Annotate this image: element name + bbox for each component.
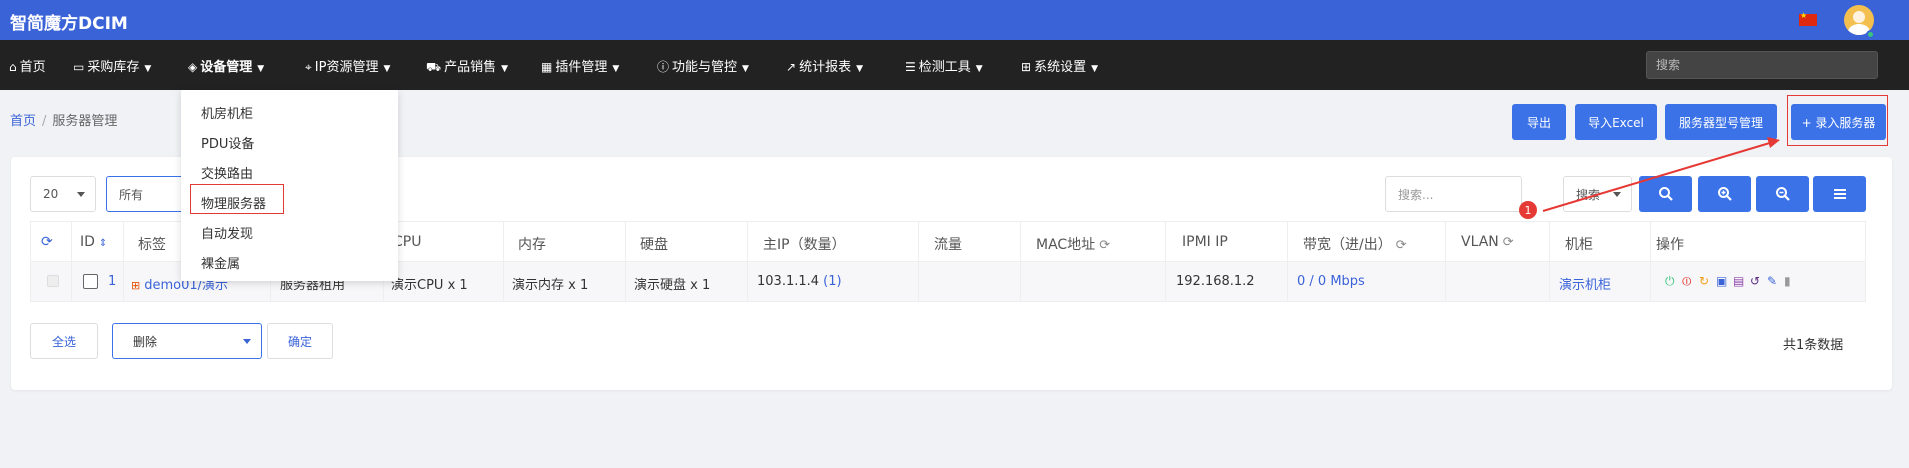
step-badge: 1 [1519, 201, 1537, 219]
annotation-arrow [1542, 137, 1780, 212]
